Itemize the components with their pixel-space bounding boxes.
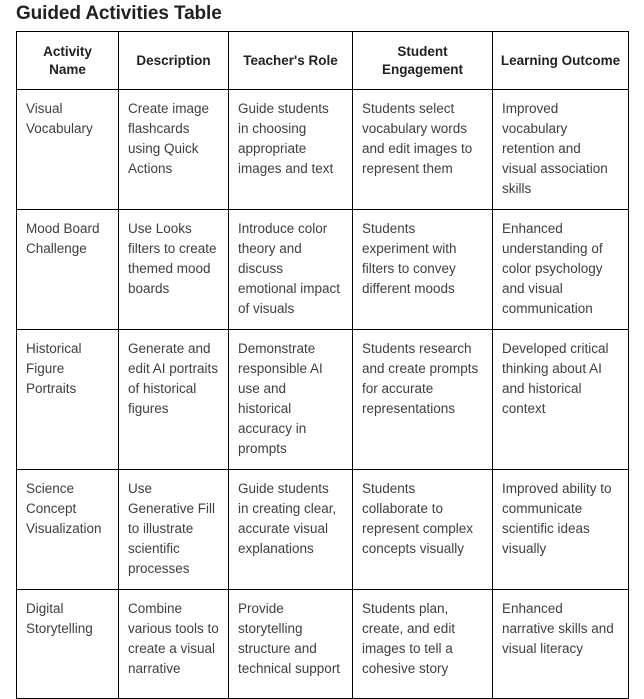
table-row: Science Concept Visualization Use Genera…: [16, 469, 629, 590]
column-header-teachers-role: Teacher's Role: [228, 31, 353, 90]
cell-activity-name: Digital Storytelling: [16, 589, 119, 699]
guided-activities-table: Activity Name Description Teacher's Role…: [16, 31, 629, 699]
cell-teachers-role: Guide students in choosing appropriate i…: [228, 89, 353, 210]
cell-activity-name: Mood Board Challenge: [16, 209, 119, 330]
cell-learning-outcome: Improved ability to communicate scientif…: [492, 469, 629, 590]
cell-activity-name: Science Concept Visualization: [16, 469, 119, 590]
cell-description: Create image flashcards using Quick Acti…: [118, 89, 229, 210]
table-header: Activity Name Description Teacher's Role…: [16, 31, 629, 90]
cell-student-engagement: Students plan, create, and edit images t…: [352, 589, 493, 699]
column-header-student-engagement: Student Engagement: [352, 31, 493, 90]
cell-teachers-role: Provide storytelling structure and techn…: [228, 589, 353, 699]
cell-activity-name: Historical Figure Portraits: [16, 329, 119, 470]
column-header-description: Description: [118, 31, 229, 90]
guided-activities-table-container: Activity Name Description Teacher's Role…: [16, 31, 629, 699]
cell-student-engagement: Students select vocabulary words and edi…: [352, 89, 493, 210]
page-title: Guided Activities Table: [16, 3, 222, 24]
table-row: Visual Vocabulary Create image flashcard…: [16, 89, 629, 210]
cell-student-engagement: Students experiment with filters to conv…: [352, 209, 493, 330]
cell-learning-outcome: Enhanced narrative skills and visual lit…: [492, 589, 629, 699]
cell-teachers-role: Introduce color theory and discuss emoti…: [228, 209, 353, 330]
cell-student-engagement: Students research and create prompts for…: [352, 329, 493, 470]
cell-learning-outcome: Enhanced understanding of color psycholo…: [492, 209, 629, 330]
table-row: Mood Board Challenge Use Looks filters t…: [16, 209, 629, 330]
column-header-activity-name: Activity Name: [16, 31, 119, 90]
table-row: Historical Figure Portraits Generate and…: [16, 329, 629, 470]
cell-student-engagement: Students collaborate to represent comple…: [352, 469, 493, 590]
cell-learning-outcome: Developed critical thinking about AI and…: [492, 329, 629, 470]
column-header-learning-outcome: Learning Outcome: [492, 31, 629, 90]
cell-activity-name: Visual Vocabulary: [16, 89, 119, 210]
table-row: Digital Storytelling Combine various too…: [16, 589, 629, 699]
table-header-row: Activity Name Description Teacher's Role…: [16, 31, 629, 90]
cell-teachers-role: Guide students in creating clear, accura…: [228, 469, 353, 590]
cell-description: Use Generative Fill to illustrate scient…: [118, 469, 229, 590]
cell-description: Generate and edit AI portraits of histor…: [118, 329, 229, 470]
page-root: Guided Activities Table Activity Name De…: [0, 0, 644, 699]
cell-teachers-role: Demonstrate responsible AI use and histo…: [228, 329, 353, 470]
cell-description: Use Looks filters to create themed mood …: [118, 209, 229, 330]
cell-description: Combine various tools to create a visual…: [118, 589, 229, 699]
cell-learning-outcome: Improved vocabulary retention and visual…: [492, 89, 629, 210]
table-body: Visual Vocabulary Create image flashcard…: [16, 89, 629, 699]
